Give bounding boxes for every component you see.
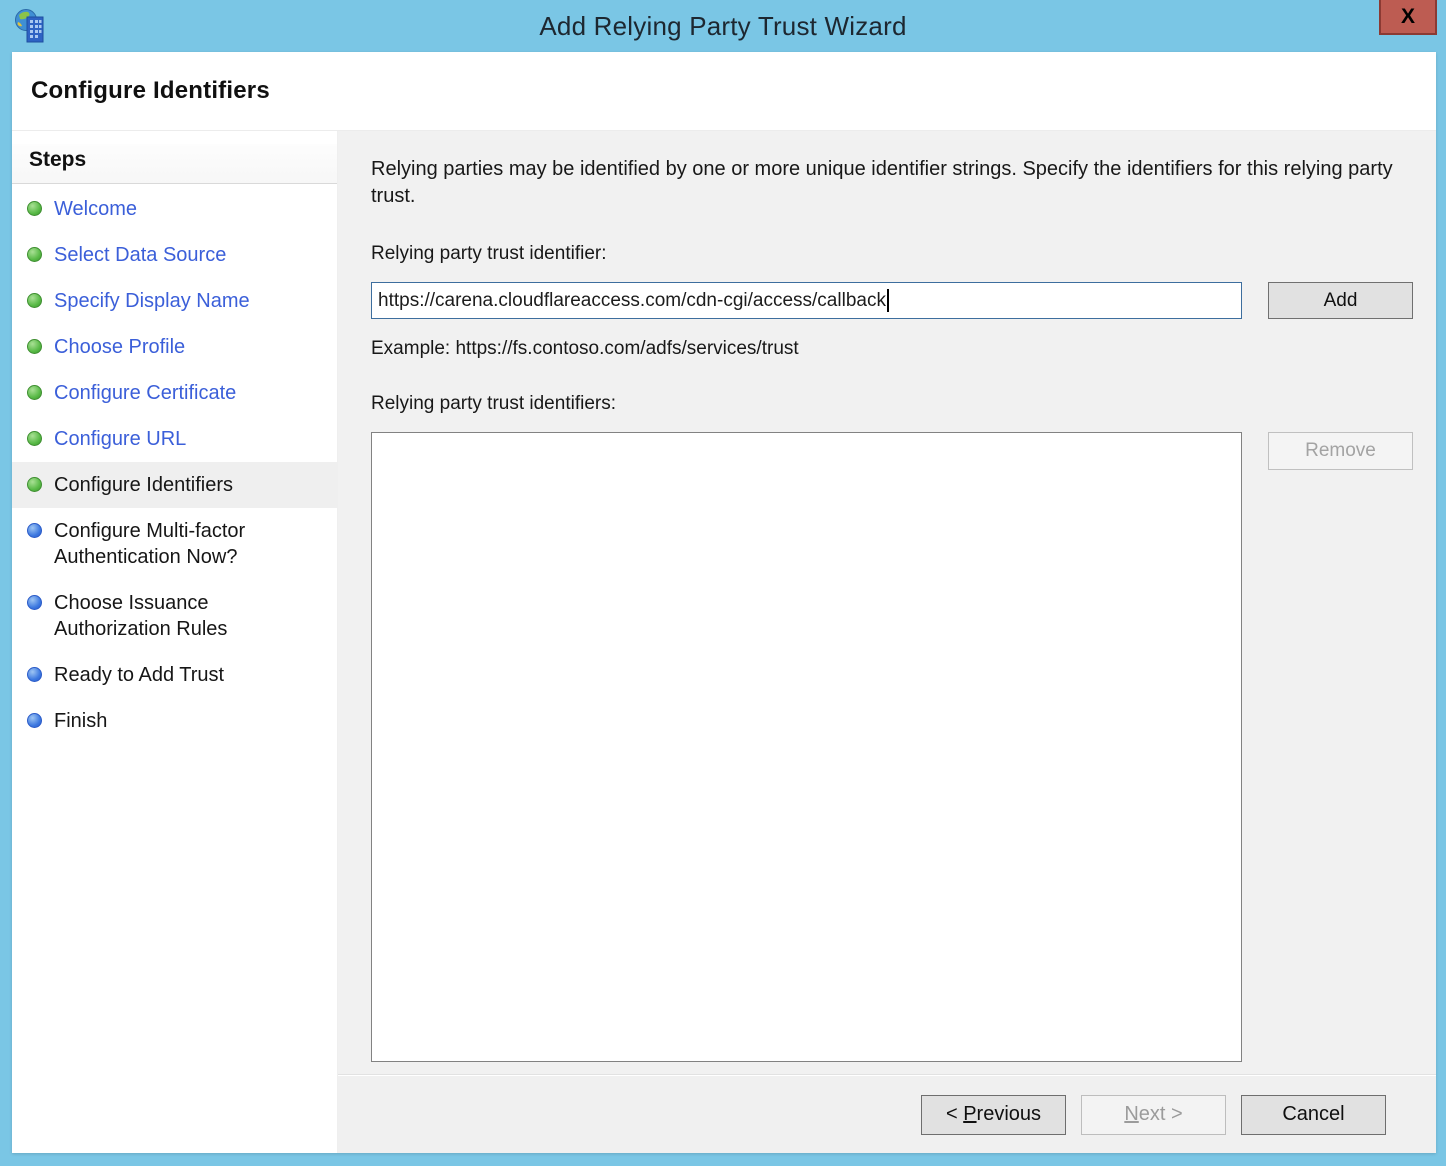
page-body: Steps Welcome Select Data Source Specify… <box>12 131 1436 1153</box>
next-button: Next > <box>1081 1095 1226 1135</box>
previous-button[interactable]: < Previous <box>921 1095 1066 1135</box>
intro-text: Relying parties may be identified by one… <box>371 156 1393 210</box>
step-item-configure-identifiers: Configure Identifiers <box>12 462 337 508</box>
identifier-label: Relying party trust identifier: <box>371 243 1413 265</box>
content-inner: Relying parties may be identified by one… <box>338 131 1436 1075</box>
step-item-finish: Finish <box>12 698 337 744</box>
identifiers-row: Remove <box>371 432 1413 1062</box>
relying-party-trust-identifiers-listbox[interactable] <box>371 432 1242 1062</box>
step-done-icon <box>27 385 42 400</box>
step-done-icon <box>27 431 42 446</box>
step-label: Ready to Add Trust <box>54 662 224 688</box>
step-item-choose-issuance-rules: Choose Issuance Authorization Rules <box>12 580 337 652</box>
cancel-button[interactable]: Cancel <box>1241 1095 1386 1135</box>
page-title: Configure Identifiers <box>31 77 270 105</box>
steps-sidebar: Steps Welcome Select Data Source Specify… <box>12 131 338 1153</box>
wizard-window: Add Relying Party Trust Wizard X Configu… <box>0 0 1446 1166</box>
step-item-configure-certificate[interactable]: Configure Certificate <box>12 370 337 416</box>
remove-button: Remove <box>1268 432 1413 470</box>
step-item-configure-mfa: Configure Multi-factor Authentication No… <box>12 508 337 580</box>
step-label: Configure URL <box>54 426 186 452</box>
step-label: Configure Identifiers <box>54 472 233 498</box>
step-done-icon <box>27 201 42 216</box>
close-button[interactable]: X <box>1379 0 1437 35</box>
wizard-page: Configure Identifiers Steps Welcome Sele… <box>12 52 1436 1153</box>
steps-heading: Steps <box>12 144 337 184</box>
content-pane: Relying parties may be identified by one… <box>338 131 1436 1153</box>
footer-bar: < Previous Next > Cancel <box>338 1075 1436 1153</box>
step-item-select-data-source[interactable]: Select Data Source <box>12 232 337 278</box>
step-pending-icon <box>27 523 42 538</box>
step-current-icon <box>27 477 42 492</box>
step-label: Select Data Source <box>54 242 226 268</box>
step-item-configure-url[interactable]: Configure URL <box>12 416 337 462</box>
add-button[interactable]: Add <box>1268 282 1413 319</box>
step-done-icon <box>27 339 42 354</box>
page-header: Configure Identifiers <box>12 52 1436 131</box>
text-caret <box>887 289 889 312</box>
step-item-specify-display-name[interactable]: Specify Display Name <box>12 278 337 324</box>
example-text: Example: https://fs.contoso.com/adfs/ser… <box>371 338 1413 360</box>
steps-list: Welcome Select Data Source Specify Displ… <box>12 184 337 744</box>
window-title: Add Relying Party Trust Wizard <box>0 11 1446 42</box>
step-pending-icon <box>27 667 42 682</box>
step-done-icon <box>27 293 42 308</box>
step-label: Specify Display Name <box>54 288 250 314</box>
step-label: Welcome <box>54 196 137 222</box>
step-pending-icon <box>27 713 42 728</box>
step-label: Finish <box>54 708 107 734</box>
step-item-ready-to-add-trust: Ready to Add Trust <box>12 652 337 698</box>
step-label: Configure Multi-factor Authentication No… <box>54 518 329 570</box>
titlebar: Add Relying Party Trust Wizard X <box>0 0 1446 52</box>
step-label: Choose Profile <box>54 334 185 360</box>
identifier-input-value: https://carena.cloudflareaccess.com/cdn-… <box>378 290 886 312</box>
identifiers-list-label: Relying party trust identifiers: <box>371 393 1413 415</box>
step-label: Configure Certificate <box>54 380 236 406</box>
step-pending-icon <box>27 595 42 610</box>
step-item-choose-profile[interactable]: Choose Profile <box>12 324 337 370</box>
close-icon: X <box>1401 5 1415 29</box>
identifier-row: https://carena.cloudflareaccess.com/cdn-… <box>371 282 1413 319</box>
relying-party-trust-identifier-input[interactable]: https://carena.cloudflareaccess.com/cdn-… <box>371 282 1242 319</box>
step-done-icon <box>27 247 42 262</box>
step-item-welcome[interactable]: Welcome <box>12 186 337 232</box>
step-label: Choose Issuance Authorization Rules <box>54 590 329 642</box>
